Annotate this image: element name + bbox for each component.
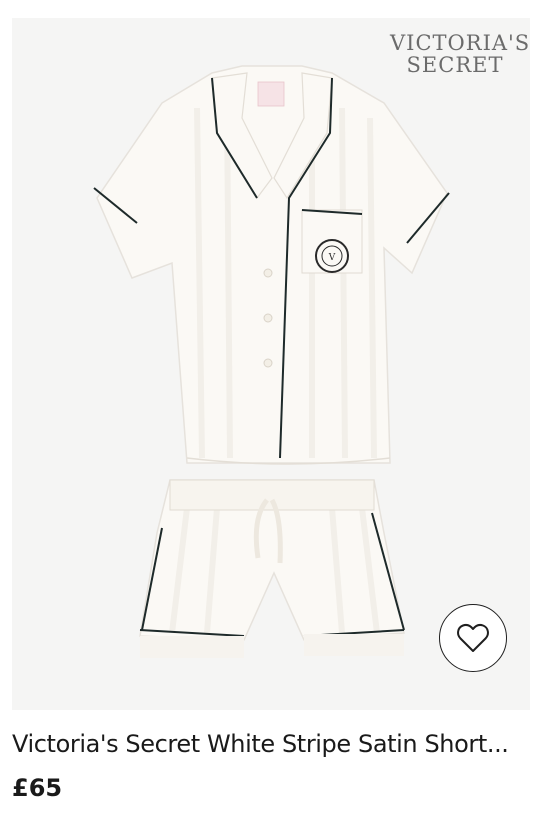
brand-logo-line2: SECRET [406, 53, 504, 77]
brand-logo: VICTORIA'S SECRET [390, 31, 530, 77]
product-title[interactable]: Victoria's Secret White Stripe Satin Sho… [12, 730, 536, 758]
brand-logo-line1: VICTORIA'S [390, 31, 530, 55]
svg-text:V: V [328, 253, 336, 263]
product-card[interactable]: V VICTORIA'S SECRET Victoria's Secret Wh… [0, 0, 548, 816]
heart-outline-icon [457, 623, 489, 652]
pajama-set-image: V [93, 65, 450, 658]
product-image[interactable]: V VICTORIA'S SECRET [12, 18, 530, 710]
wishlist-button[interactable] [439, 604, 507, 672]
product-price: £65 [12, 774, 63, 802]
